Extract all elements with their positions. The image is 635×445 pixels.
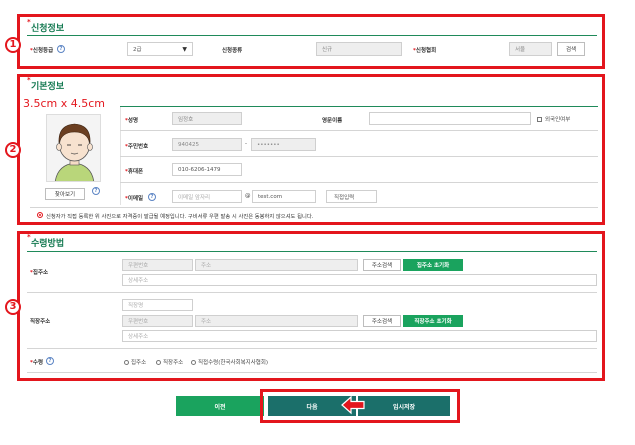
work-zip-field: 우편번호 [122, 315, 193, 327]
rrn-front-field: 940425 [172, 138, 242, 151]
email-at-symbol: @ [245, 193, 251, 199]
grade-label: *신청등급 [30, 48, 54, 54]
help-icon[interactable]: ? [57, 45, 65, 53]
radio-icon [191, 360, 196, 365]
rrn-back-field: ••••••• [251, 138, 316, 151]
home-zip-field: 우편번호 [122, 259, 193, 271]
temp-save-button[interactable]: 임시저장 [358, 396, 450, 416]
eng-name-input[interactable] [369, 112, 531, 125]
radio-icon [156, 360, 161, 365]
section-divider [27, 35, 597, 36]
section-title-basic: * 기본정보 [27, 76, 65, 92]
assoc-value: 서울 [509, 42, 552, 56]
notice-dot-icon [37, 212, 43, 218]
receipt-option-home[interactable]: 집주소 [124, 358, 146, 366]
home-detail-address-input[interactable]: 상세주소 [122, 274, 597, 286]
annotation-marker-2: 2 [5, 142, 21, 158]
help-icon[interactable]: ? [148, 193, 156, 201]
row-divider [120, 156, 598, 157]
row-divider [27, 292, 597, 293]
annotation-marker-3: 3 [5, 299, 21, 315]
section-title-application: * 신청정보 [27, 18, 65, 34]
home-addr-field: 주소 [195, 259, 358, 271]
help-icon[interactable]: ? [92, 187, 100, 195]
rrn-label: *주민번호 [125, 144, 149, 150]
home-address-reset-button[interactable]: 집주소 초기화 [403, 259, 463, 271]
eng-name-label: 영문이름 [322, 118, 343, 124]
photo-notice: 신청자가 직접 등록한 위 사진으로 자격증이 발급될 예정입니다. 구비서류 … [46, 214, 314, 220]
email-domain-input[interactable]: test.com [252, 190, 316, 203]
checkbox-icon [537, 117, 542, 122]
receipt-option-direct[interactable]: 직접수령(한국사회복지사협회) [191, 358, 268, 366]
work-address-search-button[interactable]: 주소검색 [363, 315, 401, 327]
photo-find-button[interactable]: 찾아보기 [45, 188, 85, 200]
row-divider [27, 372, 597, 373]
email-id-input[interactable]: 이메일 앞자리 [172, 190, 242, 203]
section-title-receipt: * 수령방법 [27, 233, 65, 249]
row-divider [120, 130, 598, 131]
prev-button[interactable]: 이전 [176, 396, 264, 416]
phone-input[interactable]: 010-6206-1479 [172, 163, 242, 176]
annotation-marker-1: 1 [5, 37, 21, 53]
company-name-input[interactable]: 직장명 [122, 299, 193, 311]
name-label: *성명 [125, 118, 139, 124]
row-divider [30, 207, 598, 208]
row-divider [120, 182, 598, 183]
receipt-method-label: *수령 [30, 360, 44, 366]
section-divider [120, 106, 598, 107]
work-detail-address-input[interactable]: 상세주소 [122, 330, 597, 342]
home-address-label: *집주소 [30, 270, 49, 276]
pointer-arrow-icon [340, 395, 366, 417]
section-divider [27, 251, 597, 252]
row-divider [27, 348, 597, 349]
work-address-reset-button[interactable]: 직장주소 초기화 [403, 315, 463, 327]
grade-select[interactable]: 2급 ▼ [127, 42, 193, 56]
phone-label: *휴대폰 [125, 169, 144, 175]
type-label: 신청종류 [222, 48, 243, 54]
photo-size-note: 3.5cm x 4.5cm [23, 97, 106, 110]
annotation-box-3 [17, 231, 605, 381]
email-domain-select[interactable]: 직접입력 [326, 190, 377, 203]
home-address-search-button[interactable]: 주소검색 [363, 259, 401, 271]
foreigner-checkbox[interactable]: 외국인여부 [537, 115, 570, 123]
name-field: 임정호 [172, 112, 242, 125]
receipt-option-work[interactable]: 직장주소 [156, 358, 183, 366]
work-address-label: 직장주소 [30, 319, 51, 325]
assoc-search-button[interactable]: 검색 [557, 42, 585, 56]
radio-icon [124, 360, 129, 365]
profile-photo [46, 114, 101, 182]
dropdown-arrow-icon: ▼ [182, 45, 187, 53]
work-addr-field: 주소 [195, 315, 358, 327]
rrn-dash: - [245, 141, 247, 147]
email-label: *이메일 [125, 196, 144, 202]
assoc-label: *신청협회 [413, 48, 437, 54]
type-value: 신규 [316, 42, 402, 56]
help-icon[interactable]: ? [46, 357, 54, 365]
